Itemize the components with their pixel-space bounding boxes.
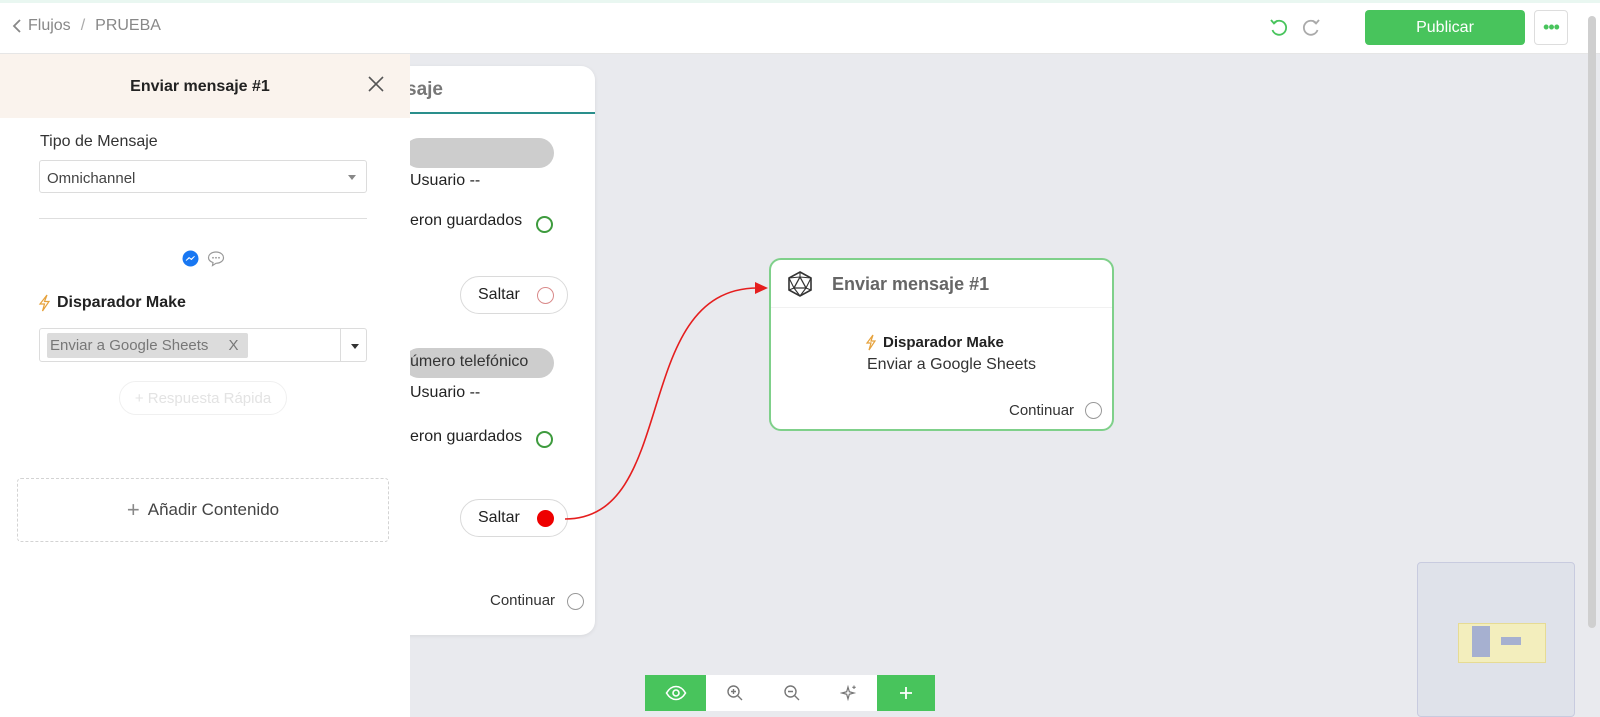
add-content-label: Añadir Contenido — [147, 500, 280, 519]
undo-icon — [1270, 19, 1288, 36]
continue-label: Continuar — [1009, 402, 1075, 419]
top-bar: Flujos / PRUEBA Publicar ••• — [0, 0, 1600, 54]
preview-button[interactable] — [645, 675, 706, 711]
redo-button[interactable] — [1300, 17, 1322, 39]
minimap-node — [1472, 626, 1490, 657]
more-options-button[interactable]: ••• — [1534, 10, 1568, 45]
more-icon: ••• — [1543, 17, 1560, 37]
flow-name: PRUEBA — [95, 17, 161, 34]
add-node-button[interactable] — [877, 675, 935, 711]
trigger-tag-label: Enviar a Google Sheets — [50, 337, 209, 354]
node-title: saje — [406, 79, 443, 100]
flow-node-send-message[interactable]: Enviar mensaje #1 Disparador Make Enviar… — [769, 258, 1114, 431]
node-title: Enviar mensaje #1 — [832, 274, 990, 294]
message-type-select[interactable]: Omnichannel — [39, 160, 367, 193]
zoom-out-button[interactable] — [763, 675, 820, 711]
skip-output-dot-connected[interactable] — [537, 510, 554, 527]
zoom-out-icon — [783, 685, 799, 701]
node-row-saved-1: eron guardados — [410, 212, 523, 229]
node-trigger-value: Enviar a Google Sheets — [867, 356, 1036, 373]
node-pill-2: úmero telefónico — [404, 348, 554, 378]
trigger-title-text: Disparador Make — [883, 334, 1004, 351]
zoom-in-icon — [726, 685, 742, 701]
node-pill-1 — [404, 138, 554, 168]
skip-label: Saltar — [478, 286, 520, 303]
message-editor-panel: Enviar mensaje #1 Tipo de Mensaje Omnich… — [0, 54, 410, 717]
continue-label: Continuar — [490, 592, 556, 609]
node-row-saved-2: eron guardados — [410, 428, 523, 445]
canvas-toolbar — [645, 675, 935, 711]
divider — [39, 218, 367, 219]
add-content-button[interactable]: + Añadir Contenido — [17, 478, 389, 542]
skip-label: Saltar — [478, 509, 520, 526]
skip-button-1[interactable]: Saltar — [460, 276, 568, 314]
undo-button[interactable] — [1268, 17, 1290, 39]
trigger-section-title: Disparador Make — [38, 294, 186, 312]
trigger-title-text: Disparador Make — [57, 294, 186, 311]
sparkle-icon — [839, 684, 856, 702]
message-type-label: Tipo de Mensaje — [40, 133, 158, 150]
breadcrumb-separator: / — [80, 17, 86, 34]
close-icon[interactable] — [366, 74, 386, 94]
zoom-in-button[interactable] — [706, 675, 763, 711]
back-link-label: Flujos — [28, 17, 71, 34]
node-row-user-1: Usuario -- — [410, 172, 481, 189]
eye-icon — [665, 685, 686, 701]
chat-bubble-icon — [207, 251, 225, 267]
lightning-icon — [38, 294, 51, 312]
minimap-node — [1501, 637, 1521, 645]
continue-output-dot[interactable] — [567, 593, 584, 610]
node-header: Enviar mensaje #1 — [771, 260, 1112, 308]
breadcrumb: Flujos / PRUEBA — [12, 17, 161, 35]
redo-icon — [1302, 19, 1320, 36]
messenger-icon — [182, 250, 199, 267]
tag-dropdown-toggle[interactable] — [340, 329, 367, 361]
chevron-left-icon — [12, 19, 21, 33]
panel-header: Enviar mensaje #1 — [0, 54, 410, 118]
panel-title: Enviar mensaje #1 — [130, 78, 270, 95]
continue-output-dot[interactable] — [1085, 402, 1102, 419]
caret-down-icon — [348, 175, 356, 180]
trigger-tag: Enviar a Google Sheets X — [47, 333, 249, 358]
trigger-tag-input[interactable]: Enviar a Google Sheets X — [39, 328, 367, 362]
make-icosahedron-icon — [788, 271, 812, 297]
quick-reply-button[interactable]: + Respuesta Rápida — [119, 381, 287, 415]
minimap[interactable] — [1417, 562, 1575, 717]
remove-tag-button[interactable]: X — [228, 337, 238, 354]
back-link[interactable]: Flujos — [12, 17, 71, 35]
node-trigger-title: Disparador Make — [865, 334, 1004, 351]
lightning-icon — [865, 334, 877, 351]
vertical-scrollbar[interactable] — [1588, 16, 1596, 628]
publish-button[interactable]: Publicar — [1365, 10, 1525, 45]
channel-icons — [182, 250, 225, 267]
plus-icon — [900, 687, 912, 699]
top-accent-line — [0, 0, 1600, 3]
auto-layout-button[interactable] — [820, 675, 877, 711]
skip-output-dot[interactable] — [537, 287, 554, 304]
node-row-user-2: Usuario -- — [410, 384, 481, 401]
skip-button-2[interactable]: Saltar — [460, 499, 568, 537]
plus-icon: + — [126, 497, 140, 522]
success-output-dot[interactable] — [536, 431, 553, 448]
success-output-dot[interactable] — [536, 216, 553, 233]
message-type-value: Omnichannel — [47, 170, 136, 187]
